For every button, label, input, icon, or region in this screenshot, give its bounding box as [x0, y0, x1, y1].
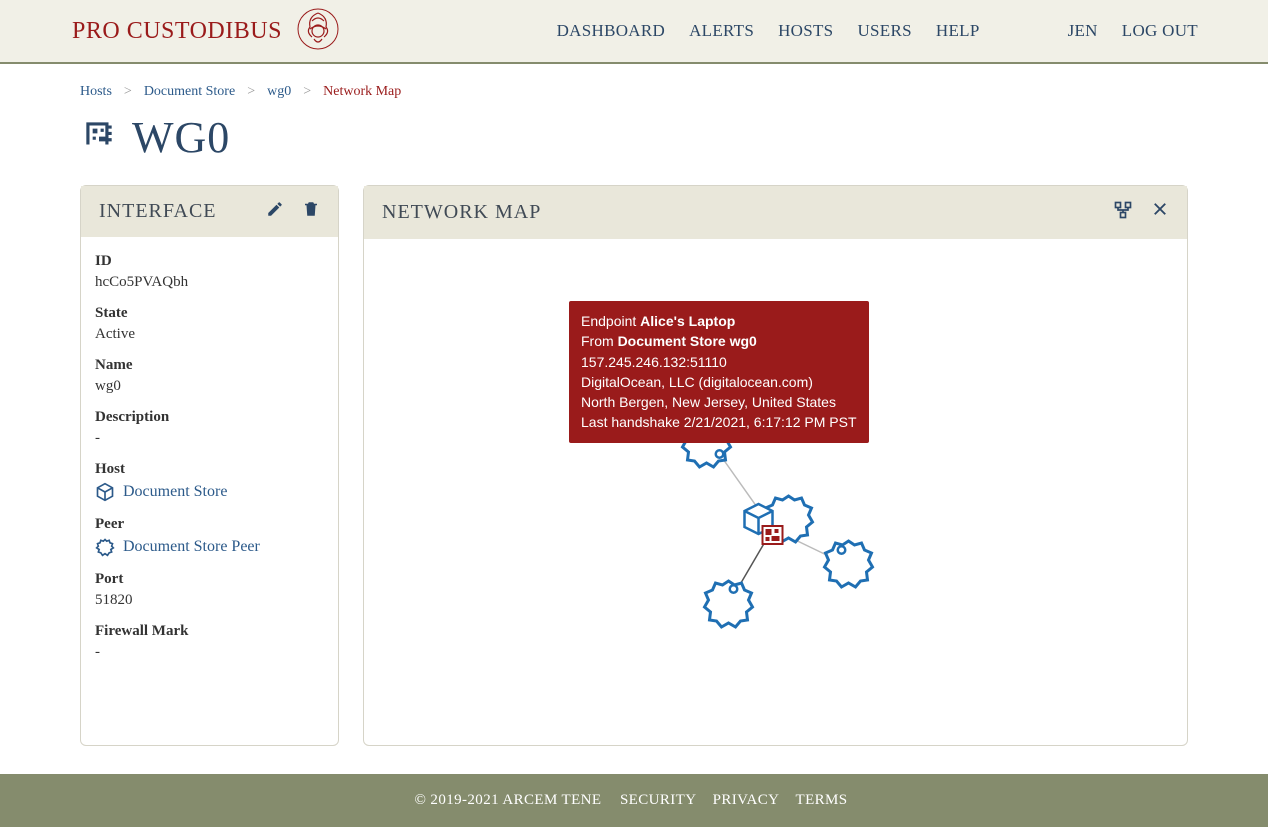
peer-link[interactable]: Document Store Peer	[95, 537, 324, 557]
interface-card-header: INTERFACE	[81, 186, 338, 237]
tooltip-from-label: From	[581, 333, 618, 349]
id-label: ID	[95, 253, 324, 270]
nav-hosts[interactable]: HOSTS	[778, 21, 833, 41]
host-label: Host	[95, 461, 324, 478]
fit-graph-icon[interactable]	[1113, 200, 1133, 225]
crumb-document-store[interactable]: Document Store	[144, 84, 235, 100]
crumb-current: Network Map	[323, 84, 401, 100]
description-value: -	[95, 430, 324, 447]
network-map-header: NETWORK MAP	[364, 186, 1187, 239]
top-header: PRO CUSTODIBUS DASHBOARD ALERTS HOSTS US…	[0, 0, 1268, 64]
page-title: WG0	[132, 112, 230, 163]
state-value: Active	[95, 326, 324, 343]
edit-icon[interactable]	[266, 200, 284, 223]
tooltip-from-name: Document Store wg0	[618, 333, 757, 349]
name-value: wg0	[95, 378, 324, 395]
breadcrumb: Hosts > Document Store > wg0 > Network M…	[80, 84, 1188, 100]
tooltip-handshake: Last handshake 2/21/2021, 6:17:12 PM PST	[581, 412, 857, 432]
state-label: State	[95, 305, 324, 322]
brand-title: PRO CUSTODIBUS	[72, 18, 282, 45]
id-value: hcCo5PVAQbh	[95, 274, 324, 291]
tooltip-address: 157.245.246.132:51110	[581, 352, 857, 372]
endpoint-tooltip: Endpoint Alice's Laptop From Document St…	[569, 301, 869, 443]
crumb-hosts[interactable]: Hosts	[80, 84, 112, 100]
node-peer-right[interactable]	[825, 541, 873, 587]
gear-icon	[95, 537, 115, 557]
network-map-card: NETWORK MAP Endpoint Alice's Laptop From…	[363, 185, 1188, 746]
medusa-logo-icon	[296, 7, 340, 56]
firewall-mark-label: Firewall Mark	[95, 623, 324, 640]
interface-chip-icon	[80, 116, 118, 159]
interface-card: INTERFACE ID hcCo5PVAQbh State	[80, 185, 339, 746]
crumb-sep: >	[303, 84, 311, 100]
node-peer-bottom[interactable]	[705, 581, 753, 627]
cube-icon	[95, 482, 115, 502]
nav-help[interactable]: HELP	[936, 21, 980, 41]
footer-terms[interactable]: TERMS	[796, 792, 848, 808]
nav-current-user[interactable]: JEN	[1068, 21, 1098, 41]
footer-privacy[interactable]: PRIVACY	[713, 792, 780, 808]
nav-dashboard[interactable]: DASHBOARD	[557, 21, 666, 41]
tooltip-endpoint-name: Alice's Laptop	[640, 313, 735, 329]
brand[interactable]: PRO CUSTODIBUS	[72, 7, 340, 56]
close-icon[interactable]	[1151, 200, 1169, 225]
tooltip-endpoint-label: Endpoint	[581, 313, 640, 329]
footer-security[interactable]: SECURITY	[620, 792, 697, 808]
tooltip-location: North Bergen, New Jersey, United States	[581, 392, 857, 412]
main-container: Hosts > Document Store > wg0 > Network M…	[0, 64, 1268, 774]
description-label: Description	[95, 409, 324, 426]
nav-logout[interactable]: LOG OUT	[1122, 21, 1198, 41]
port-label: Port	[95, 571, 324, 588]
host-link[interactable]: Document Store	[95, 482, 324, 502]
top-nav: DASHBOARD ALERTS HOSTS USERS HELP JEN LO…	[557, 21, 1198, 41]
name-label: Name	[95, 357, 324, 374]
tooltip-isp: DigitalOcean, LLC (digitalocean.com)	[581, 372, 857, 392]
crumb-sep: >	[124, 84, 132, 100]
host-link-text: Document Store	[123, 483, 227, 501]
firewall-mark-value: -	[95, 644, 324, 661]
nav-alerts[interactable]: ALERTS	[689, 21, 754, 41]
peer-link-text: Document Store Peer	[123, 538, 260, 556]
interface-card-title: INTERFACE	[99, 200, 217, 223]
footer-copyright: © 2019-2021 ARCEM TENE	[414, 792, 601, 808]
delete-icon[interactable]	[302, 200, 320, 223]
port-value: 51820	[95, 592, 324, 609]
footer: © 2019-2021 ARCEM TENE SECURITY PRIVACY …	[0, 774, 1268, 827]
network-map-title: NETWORK MAP	[382, 201, 541, 224]
nav-users[interactable]: USERS	[857, 21, 911, 41]
peer-label: Peer	[95, 516, 324, 533]
crumb-wg0[interactable]: wg0	[267, 84, 291, 100]
page-heading: WG0	[80, 112, 1188, 163]
crumb-sep: >	[247, 84, 255, 100]
network-map-canvas[interactable]: Endpoint Alice's Laptop From Document St…	[364, 239, 1187, 745]
